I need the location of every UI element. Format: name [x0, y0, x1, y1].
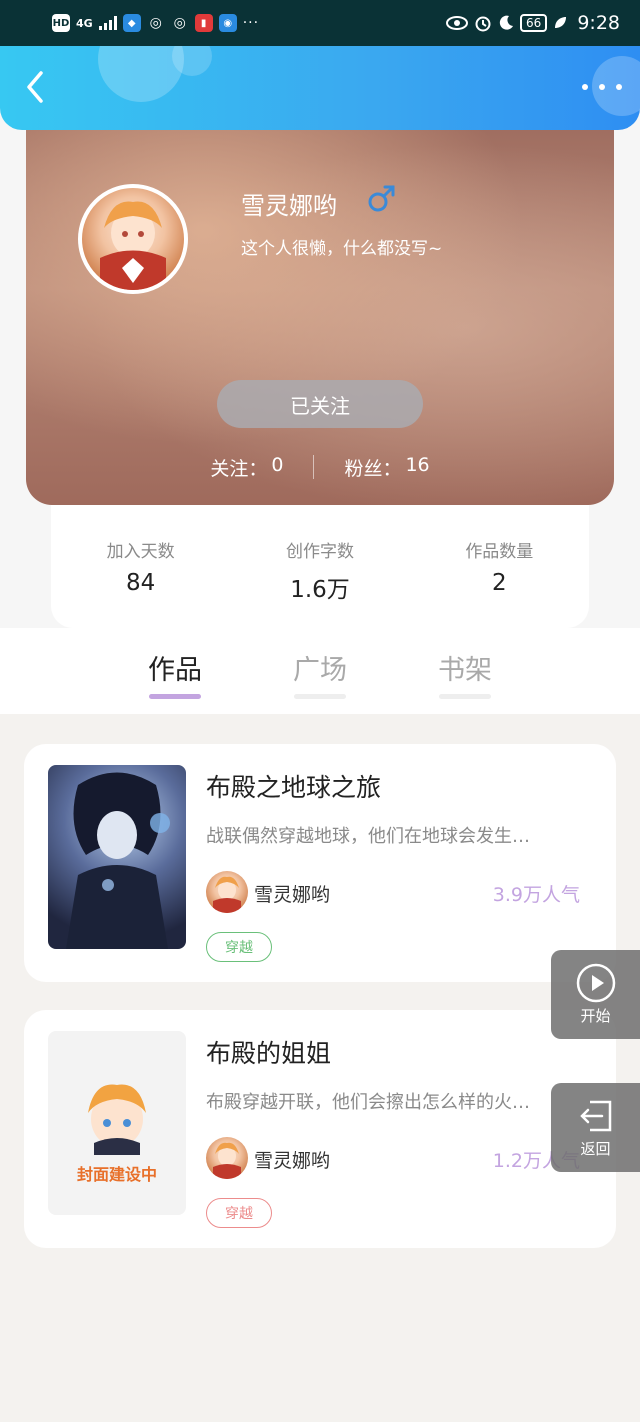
tab-underline — [439, 694, 491, 699]
stat-label: 作品数量 — [465, 542, 534, 562]
works-list: 布殿之地球之旅 战联偶然穿越地球，他们在地球会发生… 雪灵娜哟 3.9万人气 穿… — [0, 714, 640, 1422]
author-avatar[interactable] — [206, 1137, 248, 1179]
play-icon — [576, 963, 615, 1003]
fans-label: 粉丝： — [344, 457, 402, 480]
tab-bar: 作品 广场 书架 — [0, 628, 640, 714]
stat-value: 1.6万 — [290, 577, 350, 603]
more-dots-icon: ··· — [242, 15, 260, 31]
genre-tag[interactable]: 穿越 — [206, 1198, 272, 1228]
signal-icon: 4G — [76, 16, 93, 30]
work-card[interactable]: 布殿之地球之旅 战联偶然穿越地球，他们在地球会发生… 雪灵娜哟 3.9万人气 穿… — [24, 744, 616, 982]
profile-avatar[interactable] — [78, 184, 188, 294]
red-app-icon: ▮ — [194, 14, 213, 32]
author-avatar-illustration — [213, 1142, 241, 1179]
stat-join-days: 加入天数 84 — [66, 537, 216, 628]
following-label: 关注： — [210, 457, 268, 480]
eye-icon — [446, 16, 469, 30]
back-label: 返回 — [580, 1140, 611, 1158]
signal-bars-icon — [98, 16, 117, 30]
work-card[interactable]: 封面建设中 布殿的姐姐 布殿穿越开联，他们会擦出怎么样的火… 雪灵娜哟 1.2万… — [24, 1010, 616, 1248]
stat-label: 创作字数 — [285, 542, 354, 562]
popularity-count: 3.9万人气 — [492, 884, 580, 906]
author-name[interactable]: 雪灵娜哟 — [254, 1146, 330, 1173]
work-title: 布殿的姐姐 — [206, 1039, 332, 1068]
cover-placeholder-illustration — [88, 1084, 146, 1155]
tab-underline-active — [149, 694, 201, 699]
wechat-icon: ◎ — [149, 15, 162, 31]
moon-icon — [499, 15, 514, 30]
back-button[interactable] — [18, 70, 52, 104]
start-floating-button[interactable]: 开始 — [551, 950, 640, 1039]
stat-value: 2 — [491, 570, 507, 596]
work-title: 布殿之地球之旅 — [206, 773, 382, 802]
leaf-icon — [555, 17, 567, 28]
more-button[interactable] — [582, 76, 622, 98]
back-floating-button[interactable]: 返回 — [551, 1083, 640, 1172]
tab-works[interactable]: 作品 — [143, 648, 207, 687]
follow-stats: 关注： 0 粉丝： 16 — [26, 452, 614, 482]
follow-button[interactable]: 已关注 — [217, 380, 423, 428]
following-stat[interactable]: 关注： 0 — [210, 454, 283, 481]
fans-stat[interactable]: 粉丝： 16 — [344, 454, 429, 481]
more-dot — [599, 84, 605, 90]
profile-card: 雪灵娜哟 这个人很懒，什么都没写~ 已关注 关注： 0 粉丝： 16 — [26, 112, 614, 505]
following-count: 0 — [271, 453, 284, 476]
work-description: 布殿穿越开联，他们会擦出怎么样的火… — [206, 1092, 530, 1113]
profile-bio: 这个人很懒，什么都没写~ — [241, 239, 443, 259]
shield-app-icon: ◆ — [122, 14, 141, 32]
male-icon — [368, 185, 395, 212]
exit-icon — [579, 1100, 611, 1132]
chevron-left-icon — [27, 71, 43, 103]
status-left: HD 4G ◆ ◎ ◎ ▮ ◉ ··· — [52, 14, 259, 32]
start-label: 开始 — [580, 1007, 611, 1025]
status-right: 66 9:28 — [446, 12, 620, 34]
stats-card: 加入天数 84 创作字数 1.6万 作品数量 2 — [51, 505, 589, 628]
author-avatar-illustration — [213, 876, 241, 913]
profile-name: 雪灵娜哟 — [241, 192, 337, 220]
tab-bookshelf[interactable]: 书架 — [433, 648, 497, 687]
fans-count: 16 — [405, 453, 430, 476]
battery-icon: 66 — [520, 14, 548, 32]
avatar-illustration — [100, 201, 166, 290]
tab-square[interactable]: 广场 — [288, 648, 352, 687]
alarm-icon — [475, 16, 491, 32]
more-dot — [582, 84, 588, 90]
work-cover[interactable] — [48, 765, 186, 949]
stat-value: 84 — [126, 570, 156, 596]
stat-word-count: 创作字数 1.6万 — [245, 537, 395, 628]
author-avatar[interactable] — [206, 871, 248, 913]
stats-divider — [313, 455, 315, 479]
cover-placeholder-text: 封面建设中 — [76, 1165, 157, 1184]
work-cover[interactable]: 封面建设中 — [48, 1031, 186, 1215]
genre-tag[interactable]: 穿越 — [206, 932, 272, 962]
more-dot — [616, 84, 622, 90]
top-header — [0, 46, 640, 130]
work-description: 战联偶然穿越地球，他们在地球会发生… — [206, 826, 530, 847]
hd-icon: HD — [52, 14, 70, 32]
clock-time: 9:28 — [577, 12, 620, 34]
stat-works-count: 作品数量 2 — [424, 537, 574, 628]
status-bar: HD 4G ◆ ◎ ◎ ▮ ◉ ··· 66 9:28 — [0, 0, 640, 46]
tab-underline — [294, 694, 346, 699]
cover-illustration — [66, 772, 170, 949]
stat-label: 加入天数 — [106, 542, 175, 562]
author-name[interactable]: 雪灵娜哟 — [254, 880, 330, 907]
blue-app-icon: ◉ — [218, 14, 237, 32]
wechat-icon: ◎ — [173, 15, 186, 31]
